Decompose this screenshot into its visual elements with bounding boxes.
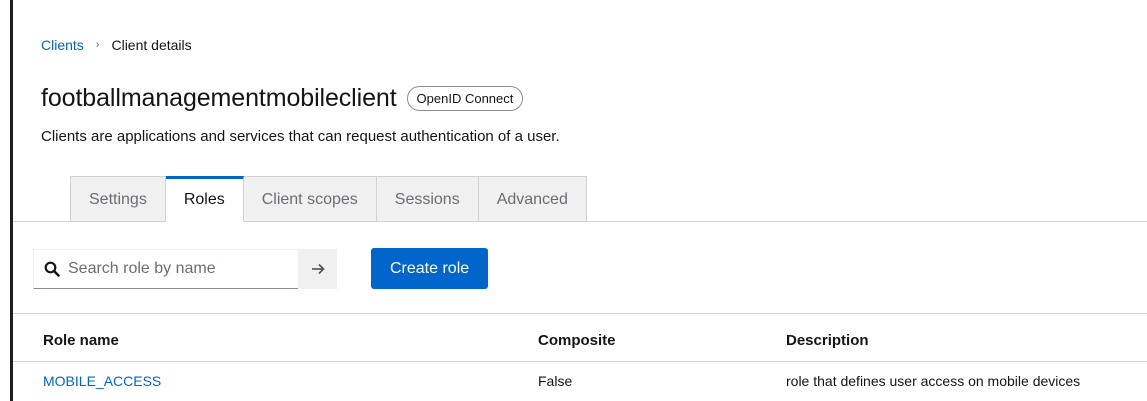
page-title: footballmanagementmobileclient — [41, 84, 397, 112]
breadcrumb-current: Client details — [111, 37, 192, 53]
search-icon — [44, 261, 60, 277]
role-name-link[interactable]: MOBILE_ACCESS — [43, 373, 161, 389]
roles-toolbar: Create role — [33, 248, 489, 289]
page-subtitle: Clients are applications and services th… — [41, 128, 560, 145]
breadcrumb-link-clients[interactable]: Clients — [41, 37, 84, 53]
tab-roles[interactable]: Roles — [165, 176, 244, 222]
chevron-right-icon: › — [95, 39, 100, 51]
column-header-composite[interactable]: Composite — [538, 332, 616, 349]
tab-bar: Settings Roles Client scopes Sessions Ad… — [70, 176, 587, 222]
role-composite: False — [538, 373, 573, 389]
tab-settings[interactable]: Settings — [70, 176, 166, 222]
arrow-right-icon — [311, 263, 325, 274]
tab-advanced[interactable]: Advanced — [478, 176, 587, 222]
create-role-button[interactable]: Create role — [371, 248, 489, 289]
column-header-role-name[interactable]: Role name — [43, 332, 119, 349]
table-header: Role name Composite Description — [13, 322, 1147, 362]
role-description: role that defines user access on mobile … — [786, 373, 1081, 389]
table-row: MOBILE_ACCESS False role that defines us… — [13, 362, 1147, 401]
breadcrumb: Clients › Client details — [41, 37, 192, 53]
protocol-badge: OpenID Connect — [406, 86, 524, 111]
search-group — [33, 248, 337, 289]
title-row: footballmanagementmobileclient OpenID Co… — [41, 84, 524, 113]
search-input[interactable] — [68, 259, 288, 278]
table-divider — [13, 313, 1147, 314]
column-header-description[interactable]: Description — [786, 332, 869, 349]
search-submit-button[interactable] — [298, 248, 337, 289]
tab-client-scopes[interactable]: Client scopes — [243, 176, 377, 222]
tab-sessions[interactable]: Sessions — [376, 176, 479, 222]
search-box[interactable] — [33, 248, 298, 289]
